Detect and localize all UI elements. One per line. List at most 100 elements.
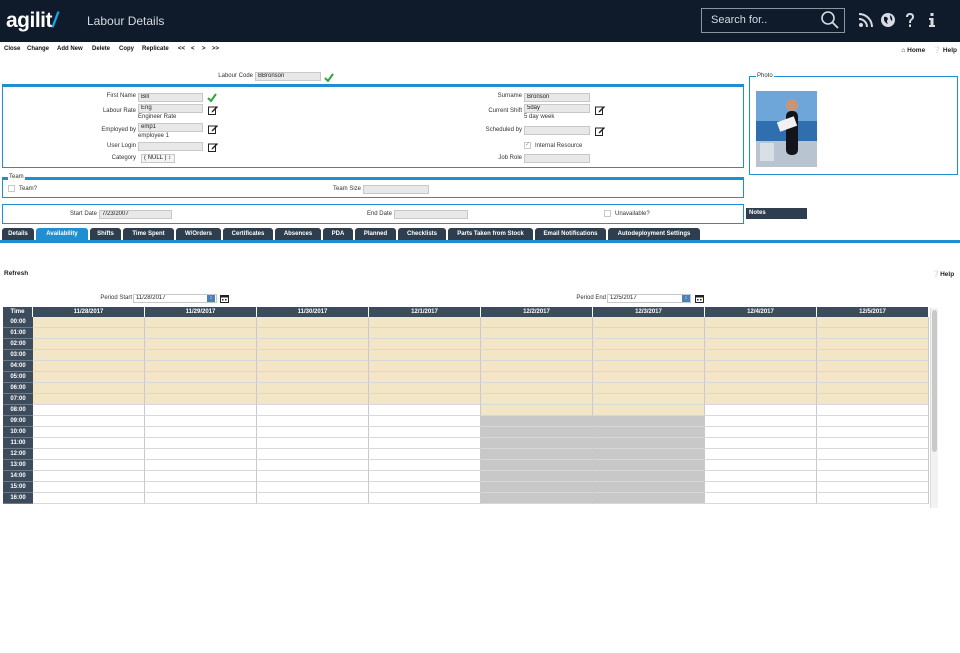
availability-cell[interactable] [33,350,145,361]
availability-cell[interactable] [369,394,481,405]
availability-cell[interactable] [817,361,929,372]
availability-cell[interactable] [593,438,705,449]
availability-cell[interactable] [481,460,593,471]
tab-work-orders[interactable]: W/Orders [176,228,221,240]
availability-cell[interactable] [257,328,369,339]
availability-cell[interactable] [481,394,593,405]
availability-cell[interactable] [257,405,369,416]
availability-cell[interactable] [817,372,929,383]
user-login-field[interactable] [138,142,203,151]
availability-cell[interactable] [705,416,817,427]
availability-cell[interactable] [705,482,817,493]
surname-field[interactable]: Bronson [524,93,590,102]
team-checkbox[interactable] [8,185,15,192]
availability-cell[interactable] [481,317,593,328]
availability-cell[interactable] [593,394,705,405]
availability-cell[interactable] [705,372,817,383]
tab-shifts[interactable]: Shifts [90,228,121,240]
job-role-field[interactable] [524,154,590,163]
edit-icon[interactable] [208,142,218,152]
availability-cell[interactable] [33,361,145,372]
internal-resource-checkbox[interactable]: ✓ [524,142,531,149]
availability-cell[interactable] [145,350,257,361]
availability-cell[interactable] [481,372,593,383]
tab-details[interactable]: Details [2,228,34,240]
unavailable-checkbox[interactable] [604,210,611,217]
start-date-field[interactable]: 7/23/2007 [99,210,172,219]
availability-cell[interactable] [145,482,257,493]
availability-cell[interactable] [33,372,145,383]
availability-cell[interactable] [817,405,929,416]
availability-cell[interactable] [257,350,369,361]
tab-certificates[interactable]: Certificates [223,228,273,240]
period-start-field[interactable]: 11/28/2017 [133,294,217,303]
availability-cell[interactable] [705,328,817,339]
search-icon[interactable] [821,11,839,29]
availability-cell[interactable] [257,460,369,471]
period-end-field[interactable]: 12/5/2017 [607,294,691,303]
availability-cell[interactable] [145,361,257,372]
availability-cell[interactable] [33,460,145,471]
refresh-button[interactable]: Refresh [4,270,28,277]
edit-icon[interactable] [595,126,605,136]
change-button[interactable]: Change [27,46,49,52]
grid-scrollbar-thumb[interactable] [932,310,937,452]
availability-cell[interactable] [705,350,817,361]
availability-cell[interactable] [593,493,705,504]
edit-icon[interactable] [208,124,218,134]
availability-cell[interactable] [257,339,369,350]
tab-parts-taken-from-stock[interactable]: Parts Taken from Stock [448,228,533,240]
availability-cell[interactable] [705,471,817,482]
availability-cell[interactable] [481,383,593,394]
availability-cell[interactable] [145,471,257,482]
availability-cell[interactable] [369,482,481,493]
tab-availability[interactable]: Availability [36,228,88,240]
labour-code-field[interactable]: BBronson [255,72,321,81]
availability-cell[interactable] [145,460,257,471]
availability-cell[interactable] [369,460,481,471]
availability-cell[interactable] [481,328,593,339]
tab-email-notifications[interactable]: Email Notifications [535,228,606,240]
availability-cell[interactable] [481,350,593,361]
close-button[interactable]: Close [4,46,20,52]
availability-cell[interactable] [145,372,257,383]
availability-cell[interactable] [705,383,817,394]
availability-cell[interactable] [817,328,929,339]
availability-cell[interactable] [817,339,929,350]
availability-cell[interactable] [481,493,593,504]
availability-cell[interactable] [817,383,929,394]
availability-cell[interactable] [33,493,145,504]
availability-cell[interactable] [481,416,593,427]
availability-cell[interactable] [705,361,817,372]
last-record-button[interactable]: >> [212,46,219,52]
availability-cell[interactable] [145,405,257,416]
availability-cell[interactable] [817,460,929,471]
availability-cell[interactable] [369,383,481,394]
delete-button[interactable]: Delete [92,46,110,52]
availability-cell[interactable] [817,350,929,361]
notes-button[interactable]: Notes [746,208,807,219]
availability-cell[interactable] [257,372,369,383]
availability-cell[interactable] [369,350,481,361]
availability-cell[interactable] [817,317,929,328]
availability-cell[interactable] [145,493,257,504]
availability-cell[interactable] [369,471,481,482]
availability-cell[interactable] [481,405,593,416]
calendar-icon[interactable] [695,294,704,303]
period-start-stepper[interactable]: ↕ [207,295,215,302]
availability-cell[interactable] [369,317,481,328]
availability-cell[interactable] [33,317,145,328]
availability-cell[interactable] [593,427,705,438]
tab-absences[interactable]: Absences [275,228,321,240]
availability-cell[interactable] [705,460,817,471]
availability-cell[interactable] [481,438,593,449]
availability-cell[interactable] [33,405,145,416]
availability-cell[interactable] [257,482,369,493]
tab-checklists[interactable]: Checklists [398,228,446,240]
help-link[interactable]: ❔Help [932,270,954,278]
availability-cell[interactable] [33,328,145,339]
availability-cell[interactable] [369,405,481,416]
category-select[interactable]: ( NULL ) ↕ [141,154,175,163]
availability-cell[interactable] [817,438,929,449]
labour-rate-field[interactable]: Eng [138,104,203,113]
